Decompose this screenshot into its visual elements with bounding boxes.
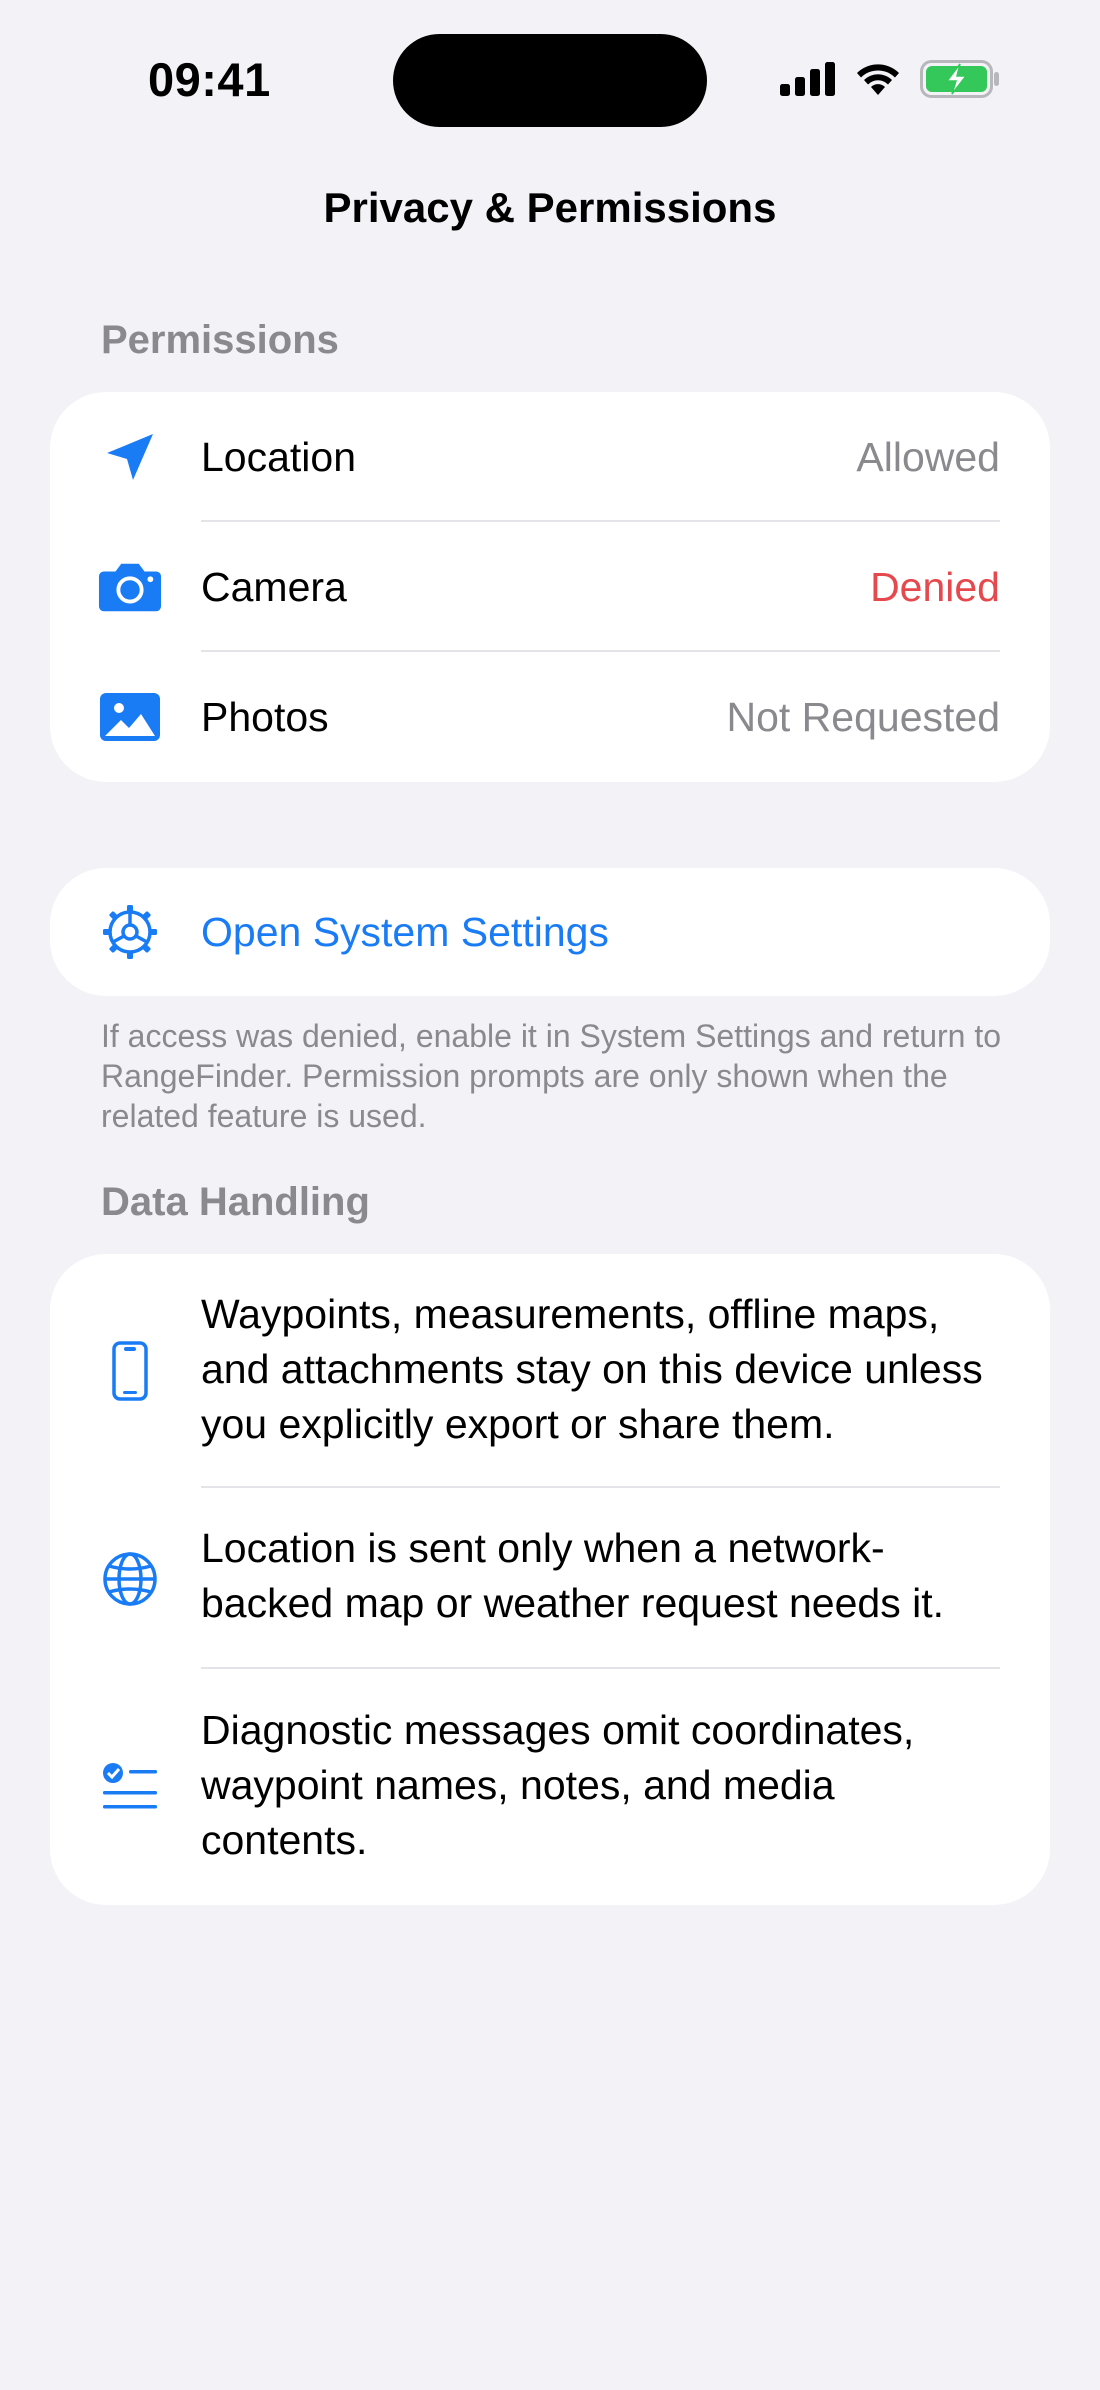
permission-row-photos[interactable]: Photos Not Requested [50,652,1050,782]
iphone-icon [98,1341,162,1401]
location-arrow-icon [98,431,162,483]
permission-status: Not Requested [726,693,1000,740]
status-bar: 09:41 [0,0,1100,160]
permission-label: Photos [201,693,329,740]
data-handling-item: Diagnostic messages omit coordinates, wa… [50,1669,1050,1905]
battery-charging-icon [920,60,1000,98]
checklist-icon [98,1761,162,1813]
permissions-footnote: If access was denied, enable it in Syste… [101,1018,1002,1134]
photo-icon [98,692,162,742]
data-handling-card: Waypoints, measurements, offline maps, a… [50,1254,1050,1905]
wifi-icon [854,61,902,97]
permission-status: Denied [870,563,1000,610]
permission-row-location[interactable]: Location Allowed [50,392,1050,522]
data-handling-item: Waypoints, measurements, offline maps, a… [50,1254,1050,1488]
permission-label: Location [201,433,357,480]
open-system-settings-label: Open System Settings [201,908,609,955]
permission-label: Camera [201,563,347,610]
settings-row[interactable]: Open System Settings [50,868,1050,996]
permission-status: Allowed [856,433,1000,480]
permissions-card: Location Allowed Camera Denied Photos No… [50,392,1050,782]
status-time: 09:41 [148,53,271,106]
permission-row-camera[interactable]: Camera Denied [50,522,1050,652]
data-handling-text: Location is sent only when a network-bac… [201,1525,944,1626]
cellular-signal-icon [780,62,836,96]
data-handling-text: Diagnostic messages omit coordinates, wa… [201,1707,915,1863]
gear-icon [98,902,162,962]
dynamic-island [393,34,707,127]
open-system-settings-button[interactable]: Open System Settings [50,868,1050,996]
data-handling-text: Waypoints, measurements, offline maps, a… [201,1291,983,1447]
globe-icon [98,1550,162,1608]
camera-icon [98,561,162,613]
data-handling-section-header: Data Handling [101,1180,370,1224]
page-title: Privacy & Permissions [323,184,777,231]
data-handling-item: Location is sent only when a network-bac… [50,1488,1050,1669]
status-icons [780,60,1000,98]
permissions-section-header: Permissions [101,318,339,362]
